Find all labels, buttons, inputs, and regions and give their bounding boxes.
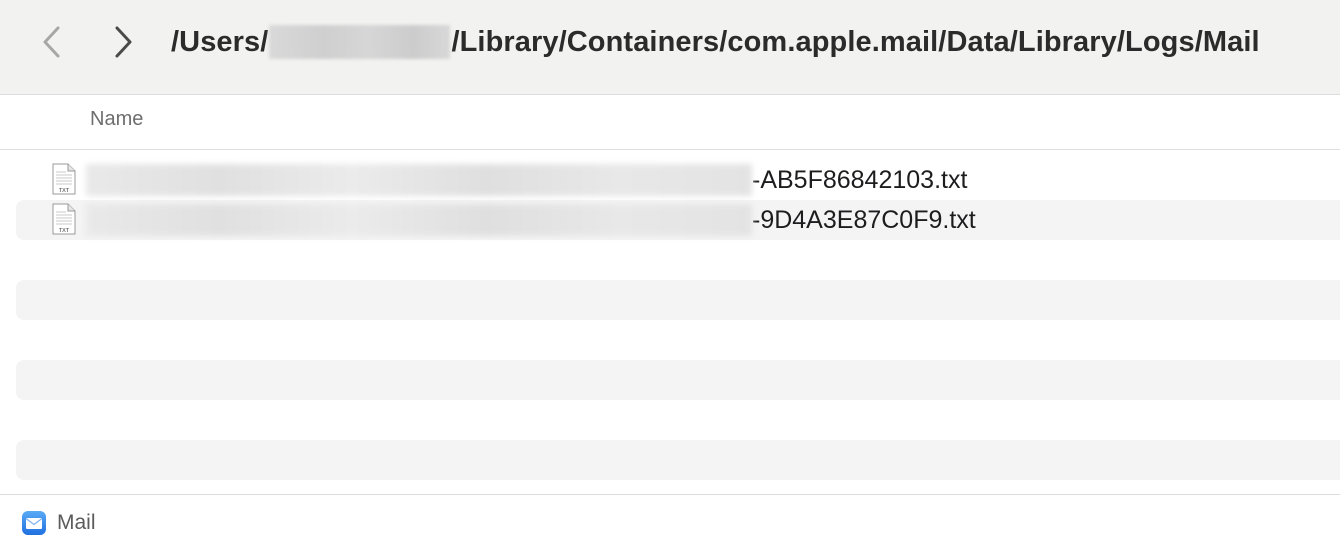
path-prefix: /Users/ [171,25,269,58]
txt-file-icon: TXT [52,203,76,235]
redacted-username [269,25,451,59]
file-name-suffix: -AB5F86842103.txt [752,165,968,194]
txt-file-icon-label: TXT [59,188,70,194]
file-name: -9D4A3E87C0F9.txt [86,200,976,240]
path-title: /Users/ /Library/Containers/com.apple.mai… [171,22,1260,62]
chevron-left-icon [43,26,60,58]
column-name-header[interactable]: Name [90,108,143,131]
list-item[interactable]: TXT -AB5F86842103.txt [0,160,1340,200]
file-name-suffix: -9D4A3E87C0F9.txt [752,205,976,234]
file-name: -AB5F86842103.txt [86,160,967,200]
path-bar: Mail [0,494,1340,542]
forward-button[interactable] [103,22,143,62]
list-stripe [16,440,1340,480]
mail-app-icon[interactable] [21,510,47,536]
list-item[interactable]: TXT -9D4A3E87C0F9.txt [0,200,1340,240]
column-header: Name [0,95,1340,150]
back-button[interactable] [32,22,72,62]
chevron-right-icon [115,26,132,58]
list-stripe [16,280,1340,320]
txt-file-icon: TXT [52,163,76,195]
path-bar-label[interactable]: Mail [57,511,96,535]
list-stripe [16,360,1340,400]
redacted-file-name [86,164,752,196]
finder-window: /Users/ /Library/Containers/com.apple.mai… [0,0,1340,542]
txt-file-icon-label: TXT [59,228,70,234]
toolbar: /Users/ /Library/Containers/com.apple.mai… [0,0,1340,95]
path-suffix: /Library/Containers/com.apple.mail/Data/… [451,25,1260,58]
redacted-file-name [86,204,752,236]
